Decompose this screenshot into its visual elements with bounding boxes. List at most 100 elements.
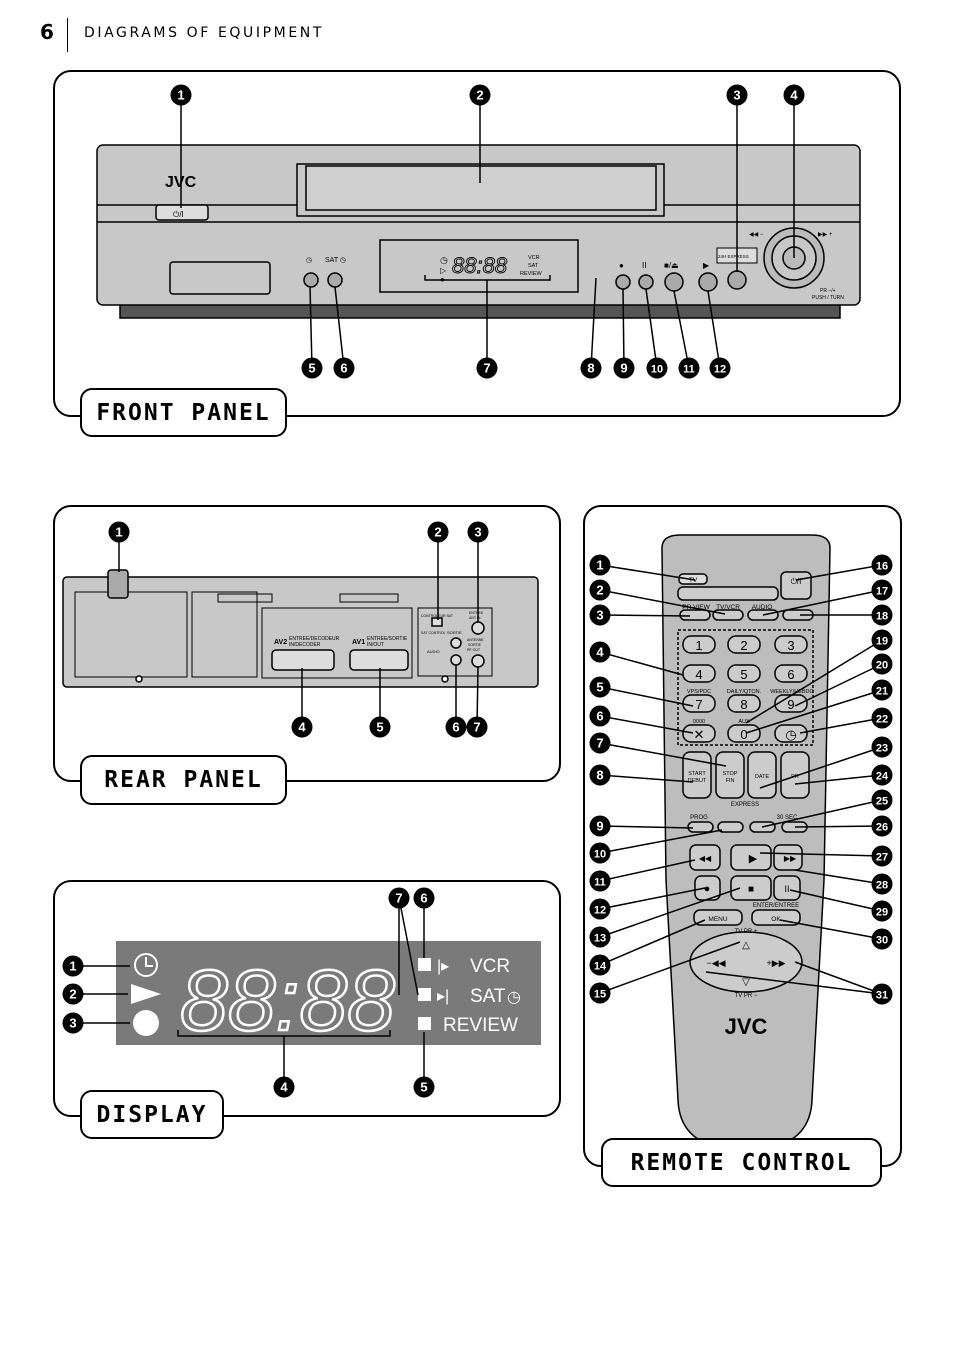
ant-in-label-1: ENTREE: [469, 611, 484, 615]
display-panel: 88:88 |▸ ▸| VCR SAT ◷ REVIEW: [116, 941, 541, 1050]
key-0: 0: [740, 727, 747, 742]
av2-label: AV2: [274, 639, 287, 646]
callout-number: 6: [596, 709, 603, 724]
callout-number: 26: [876, 822, 888, 834]
rewind-key-icon: ◀◀: [699, 854, 712, 863]
callout-number: 13: [594, 933, 606, 945]
av1-text-2: IN/OUT: [367, 642, 384, 648]
ant-in-label-2: ANT IN: [469, 616, 481, 620]
daily-label: DAILY/QTON.: [727, 689, 762, 695]
tv-pr-minus-label: TV PR −: [735, 993, 758, 999]
sat-arrow-icon: ▸|: [437, 988, 449, 1005]
record-indicator-icon: [133, 1010, 159, 1036]
front-indicator-sat: SAT: [528, 263, 539, 269]
callout-number: 12: [714, 364, 726, 376]
front-panel-label: FRONT PANEL: [80, 388, 287, 437]
timer-button-label: ◷: [306, 257, 312, 264]
ant-out-label-2: SORTIE: [468, 643, 482, 647]
start-label: START: [688, 771, 706, 777]
sat-button-label: SAT ◷: [325, 257, 346, 264]
vcr-indicator-label: VCR: [470, 956, 510, 977]
pause-button-label: II: [642, 261, 646, 270]
fast-forward-key-icon: ▶▶: [784, 854, 797, 863]
callout-number: 16: [876, 561, 888, 573]
callout-number: 2: [69, 987, 76, 1002]
stop-key-icon: ■: [748, 884, 754, 895]
callout-number: 5: [376, 720, 383, 735]
jog-push-label: PUSH / TURN: [812, 295, 844, 301]
rear-panel-label: REAR PANEL: [80, 755, 287, 805]
up-arrow-icon: △: [742, 940, 750, 951]
callout-number: 4: [280, 1080, 288, 1095]
vcr-indicator-square: [418, 958, 431, 971]
jog-pr-label: PR −/+: [820, 288, 836, 294]
review-indicator-square: [418, 1017, 431, 1030]
down-arrow-icon: ▽: [742, 977, 750, 988]
right-skip-icon: +▶▶: [766, 958, 785, 968]
callout-number: 25: [876, 796, 888, 808]
date-label: DATE: [755, 774, 770, 780]
key-2: 2: [740, 638, 747, 653]
callout-number: 5: [420, 1080, 427, 1095]
ok-label: OK: [771, 916, 781, 923]
callout-number: 4: [596, 645, 604, 660]
record-button-label: ●: [619, 261, 624, 270]
callout-number: 1: [69, 959, 76, 974]
sat-clock-icon: ◷: [507, 989, 521, 1006]
av1-label: AV1: [352, 639, 365, 646]
audio-label: AUDIO: [752, 604, 773, 611]
callout-number: 19: [876, 636, 888, 648]
callout-number: 24: [876, 771, 889, 783]
play-button-label: ▶: [703, 261, 710, 270]
callout-number: 10: [651, 364, 663, 376]
callout-number: 11: [594, 877, 606, 889]
callout-number: 28: [876, 880, 888, 892]
pause-key-icon: II: [784, 884, 789, 894]
front-panel-vcr: [96, 144, 861, 319]
remote-control-label: REMOTE CONTROL: [601, 1138, 882, 1187]
front-indicator-vcr: VCR: [528, 255, 540, 261]
callout-number: 8: [596, 768, 603, 783]
express-button-label: 24H EXPRESS: [718, 254, 749, 259]
callout-number: 1: [596, 558, 603, 573]
callout-number: 3: [596, 608, 603, 623]
sat-indicator-label: SAT: [470, 986, 506, 1007]
callout-number: 5: [596, 680, 603, 695]
stop-label: STOP: [723, 771, 738, 777]
zero-zero-label: 0000: [693, 719, 705, 725]
vps-pdc-label: VPS/PDC: [687, 689, 711, 695]
front-clock-icon: ◷: [440, 255, 448, 265]
express-label: EXPRESS: [731, 802, 759, 808]
callout-number: 22: [876, 714, 888, 726]
left-skip-icon: −◀◀: [706, 958, 725, 968]
menu-label: MENU: [708, 916, 727, 923]
tv-vcr-label: TV/VCR: [716, 604, 740, 611]
callout-number: 2: [596, 583, 603, 598]
callout-number: 8: [587, 361, 594, 376]
callout-number: 14: [594, 961, 607, 973]
callout-number: 11: [683, 364, 695, 376]
timer-key: ◷: [785, 727, 796, 742]
fin-label: FIN: [726, 778, 735, 784]
callout-number: 10: [594, 849, 606, 861]
key-5: 5: [740, 667, 747, 682]
front-record-icon: ●: [440, 275, 445, 284]
key-9: 9: [787, 697, 794, 712]
callout-number: 7: [473, 720, 480, 735]
callout-number: 30: [876, 935, 888, 947]
stop-eject-button-label: ■/⏏: [664, 261, 679, 270]
enter-label: ENTER/ENTREE: [753, 903, 799, 909]
callout-number: 9: [620, 361, 627, 376]
callout-number: 21: [876, 686, 888, 698]
key-6: 6: [787, 667, 794, 682]
review-indicator-label: REVIEW: [443, 1015, 518, 1036]
callout-number: 17: [876, 586, 888, 598]
callout-number: 27: [876, 852, 888, 864]
callout-number: 6: [340, 361, 347, 376]
front-indicator-review: REVIEW: [520, 271, 543, 277]
cancel-x-key: ✕: [694, 727, 705, 742]
callout-number: 2: [434, 525, 441, 540]
callout-leader-line: [622, 288, 625, 369]
callout-number: 1: [115, 525, 122, 540]
power-button: ⏻/I: [173, 210, 184, 219]
